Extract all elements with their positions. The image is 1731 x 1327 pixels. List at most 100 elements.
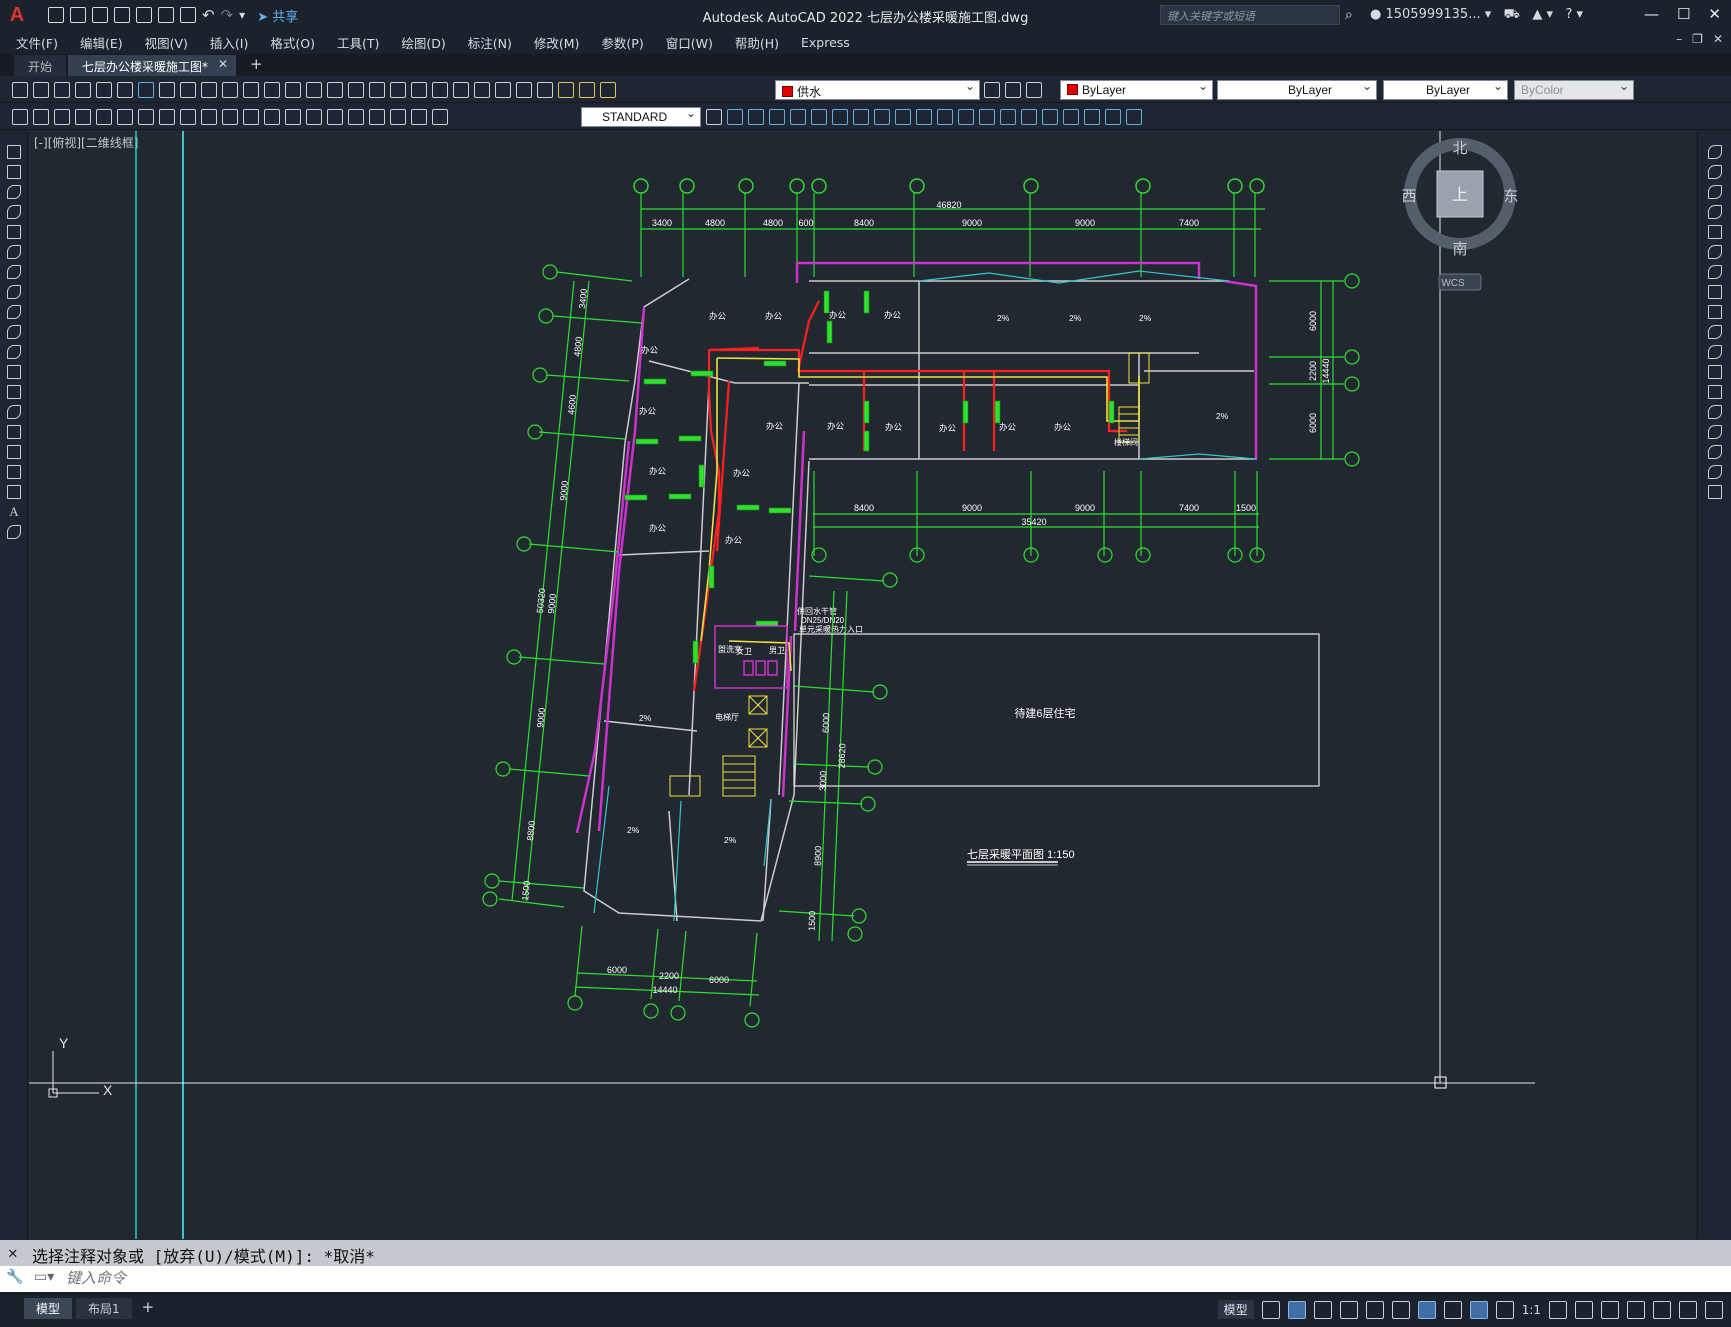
arc-icon[interactable]	[7, 245, 21, 259]
revision-cloud-icon[interactable]	[7, 285, 21, 299]
join-icon[interactable]	[1708, 405, 1722, 419]
menu-draw[interactable]: 绘图(D)	[401, 33, 445, 52]
menu-format[interactable]: 格式(O)	[270, 33, 315, 52]
save-as-icon[interactable]	[114, 7, 130, 23]
line-icon[interactable]	[7, 145, 21, 159]
customize-wrench-icon[interactable]: 🔧	[6, 1269, 23, 1285]
layer-on-icon[interactable]	[558, 82, 574, 98]
point-icon[interactable]	[7, 405, 21, 419]
customization-menu-icon[interactable]	[1705, 1300, 1723, 1319]
plot-icon[interactable]	[75, 82, 91, 98]
new-tab-icon[interactable]: +	[250, 55, 263, 76]
tab-model[interactable]: 模型	[24, 1298, 73, 1319]
minimize-icon[interactable]: —	[1644, 5, 1659, 23]
new-icon[interactable]	[48, 7, 64, 23]
diameter-icon[interactable]	[159, 109, 175, 125]
grid-icon[interactable]	[1261, 1300, 1280, 1319]
rotate-icon[interactable]	[853, 109, 869, 125]
redo-icon[interactable]	[285, 82, 301, 98]
dim-space-icon[interactable]	[243, 109, 259, 125]
menu-file[interactable]: 文件(F)	[16, 33, 58, 52]
copy-object-icon[interactable]	[748, 109, 764, 125]
inspect-icon[interactable]	[327, 109, 343, 125]
polyline-icon[interactable]	[7, 185, 21, 199]
array-icon[interactable]	[1708, 225, 1722, 239]
menu-modify[interactable]: 修改(M)	[534, 33, 580, 52]
plot-icon[interactable]	[180, 7, 196, 23]
snap-icon[interactable]	[1287, 1300, 1306, 1319]
make-block-icon[interactable]	[7, 385, 21, 399]
zoom-previous-icon[interactable]	[369, 82, 385, 98]
annotation-scale[interactable]: 1:1	[1522, 1303, 1541, 1317]
paste-icon[interactable]	[201, 82, 217, 98]
join-icon[interactable]	[979, 109, 995, 125]
search-input[interactable]: 键入关键字或短语	[1160, 5, 1340, 25]
stretch-icon[interactable]	[1708, 305, 1722, 319]
object-snap-icon[interactable]	[1417, 1300, 1436, 1319]
recent-commands-icon[interactable]: ▭▾	[34, 1269, 54, 1285]
3d-print-icon[interactable]	[138, 82, 154, 98]
drawing-canvas[interactable]: [-][俯视][二维线框] 上 北 南 东 西 WCS Y X 3400 480…	[29, 131, 1695, 1239]
layer-previous-icon[interactable]	[1005, 82, 1021, 98]
floor-plan[interactable]: 3400 4800 4800 600 8400 9000 9000 7400 4…	[482, 178, 1360, 1028]
maximize-icon[interactable]: ☐	[1677, 5, 1690, 23]
layer-thaw-icon[interactable]	[579, 82, 595, 98]
lineweight-icon[interactable]	[1443, 1300, 1462, 1319]
quick-dimension-icon[interactable]	[12, 109, 28, 125]
ellipse-arc-icon[interactable]	[7, 345, 21, 359]
insert-block-icon[interactable]	[7, 365, 21, 379]
radius-icon[interactable]	[117, 109, 133, 125]
continue-icon[interactable]	[222, 109, 238, 125]
doc-restore-icon[interactable]: ❐	[1692, 32, 1703, 46]
menu-window[interactable]: 窗口(W)	[666, 33, 713, 52]
cart-icon[interactable]: ⛟	[1504, 7, 1520, 22]
linear-dimension-icon[interactable]	[33, 109, 49, 125]
ortho-icon[interactable]	[1313, 1300, 1332, 1319]
text-style-dropdown[interactable]: STANDARD	[581, 106, 701, 127]
erase-icon[interactable]	[1708, 145, 1722, 159]
menu-view[interactable]: 视图(V)	[145, 33, 188, 52]
properties-icon[interactable]	[390, 82, 406, 98]
trim-icon[interactable]	[1708, 325, 1722, 339]
scale-icon[interactable]	[1708, 285, 1722, 299]
tab-start[interactable]: 开始	[14, 55, 67, 76]
auto-scale-icon[interactable]	[1495, 1300, 1514, 1319]
zoom-realtime-icon[interactable]	[327, 82, 343, 98]
add-layout-icon[interactable]: +	[142, 1298, 155, 1319]
fillet-icon[interactable]	[1708, 445, 1722, 459]
rotate-icon[interactable]	[1708, 265, 1722, 279]
lineweight-dropdown[interactable]: ByLayer	[1383, 79, 1508, 100]
menu-edit[interactable]: 编辑(E)	[80, 33, 123, 52]
share-button[interactable]: ➤ 共享	[257, 6, 298, 25]
ungroup-icon[interactable]	[1084, 109, 1100, 125]
make-current-icon[interactable]	[984, 82, 1000, 98]
linetype-dropdown[interactable]: ByLayer	[1217, 79, 1377, 100]
open-web-icon[interactable]	[136, 7, 152, 23]
draw-order-icon[interactable]	[1105, 109, 1121, 125]
ordinate-icon[interactable]	[96, 109, 112, 125]
sheet-set-icon[interactable]	[453, 82, 469, 98]
color-dropdown[interactable]: ByLayer	[1060, 79, 1213, 100]
extend-icon[interactable]	[937, 109, 953, 125]
publish-icon[interactable]	[117, 82, 133, 98]
spline-icon[interactable]	[7, 305, 21, 319]
table-icon[interactable]	[7, 485, 21, 499]
mirror-icon[interactable]	[769, 109, 785, 125]
chamfer-icon[interactable]	[1708, 425, 1722, 439]
quick-properties-icon[interactable]	[1627, 1300, 1645, 1319]
jogged-icon[interactable]	[138, 109, 154, 125]
dim-style-icon[interactable]	[432, 109, 448, 125]
jogged-linear-icon[interactable]	[348, 109, 364, 125]
add-selected-icon[interactable]	[7, 525, 21, 539]
annotation-monitor-icon[interactable]	[1575, 1300, 1593, 1319]
open-icon[interactable]	[70, 7, 86, 23]
copy-icon[interactable]	[180, 82, 196, 98]
help-icon[interactable]: ?	[1565, 7, 1572, 22]
annotation-visibility-icon[interactable]	[1469, 1300, 1488, 1319]
menu-parametric[interactable]: 参数(P)	[601, 33, 643, 52]
blend-curves-icon[interactable]	[1708, 465, 1722, 479]
menu-help[interactable]: 帮助(H)	[735, 33, 779, 52]
fullscreen-icon[interactable]	[1679, 1300, 1697, 1319]
trim-icon[interactable]	[916, 109, 932, 125]
autodesk-app-icon[interactable]: ▲	[1532, 7, 1542, 22]
